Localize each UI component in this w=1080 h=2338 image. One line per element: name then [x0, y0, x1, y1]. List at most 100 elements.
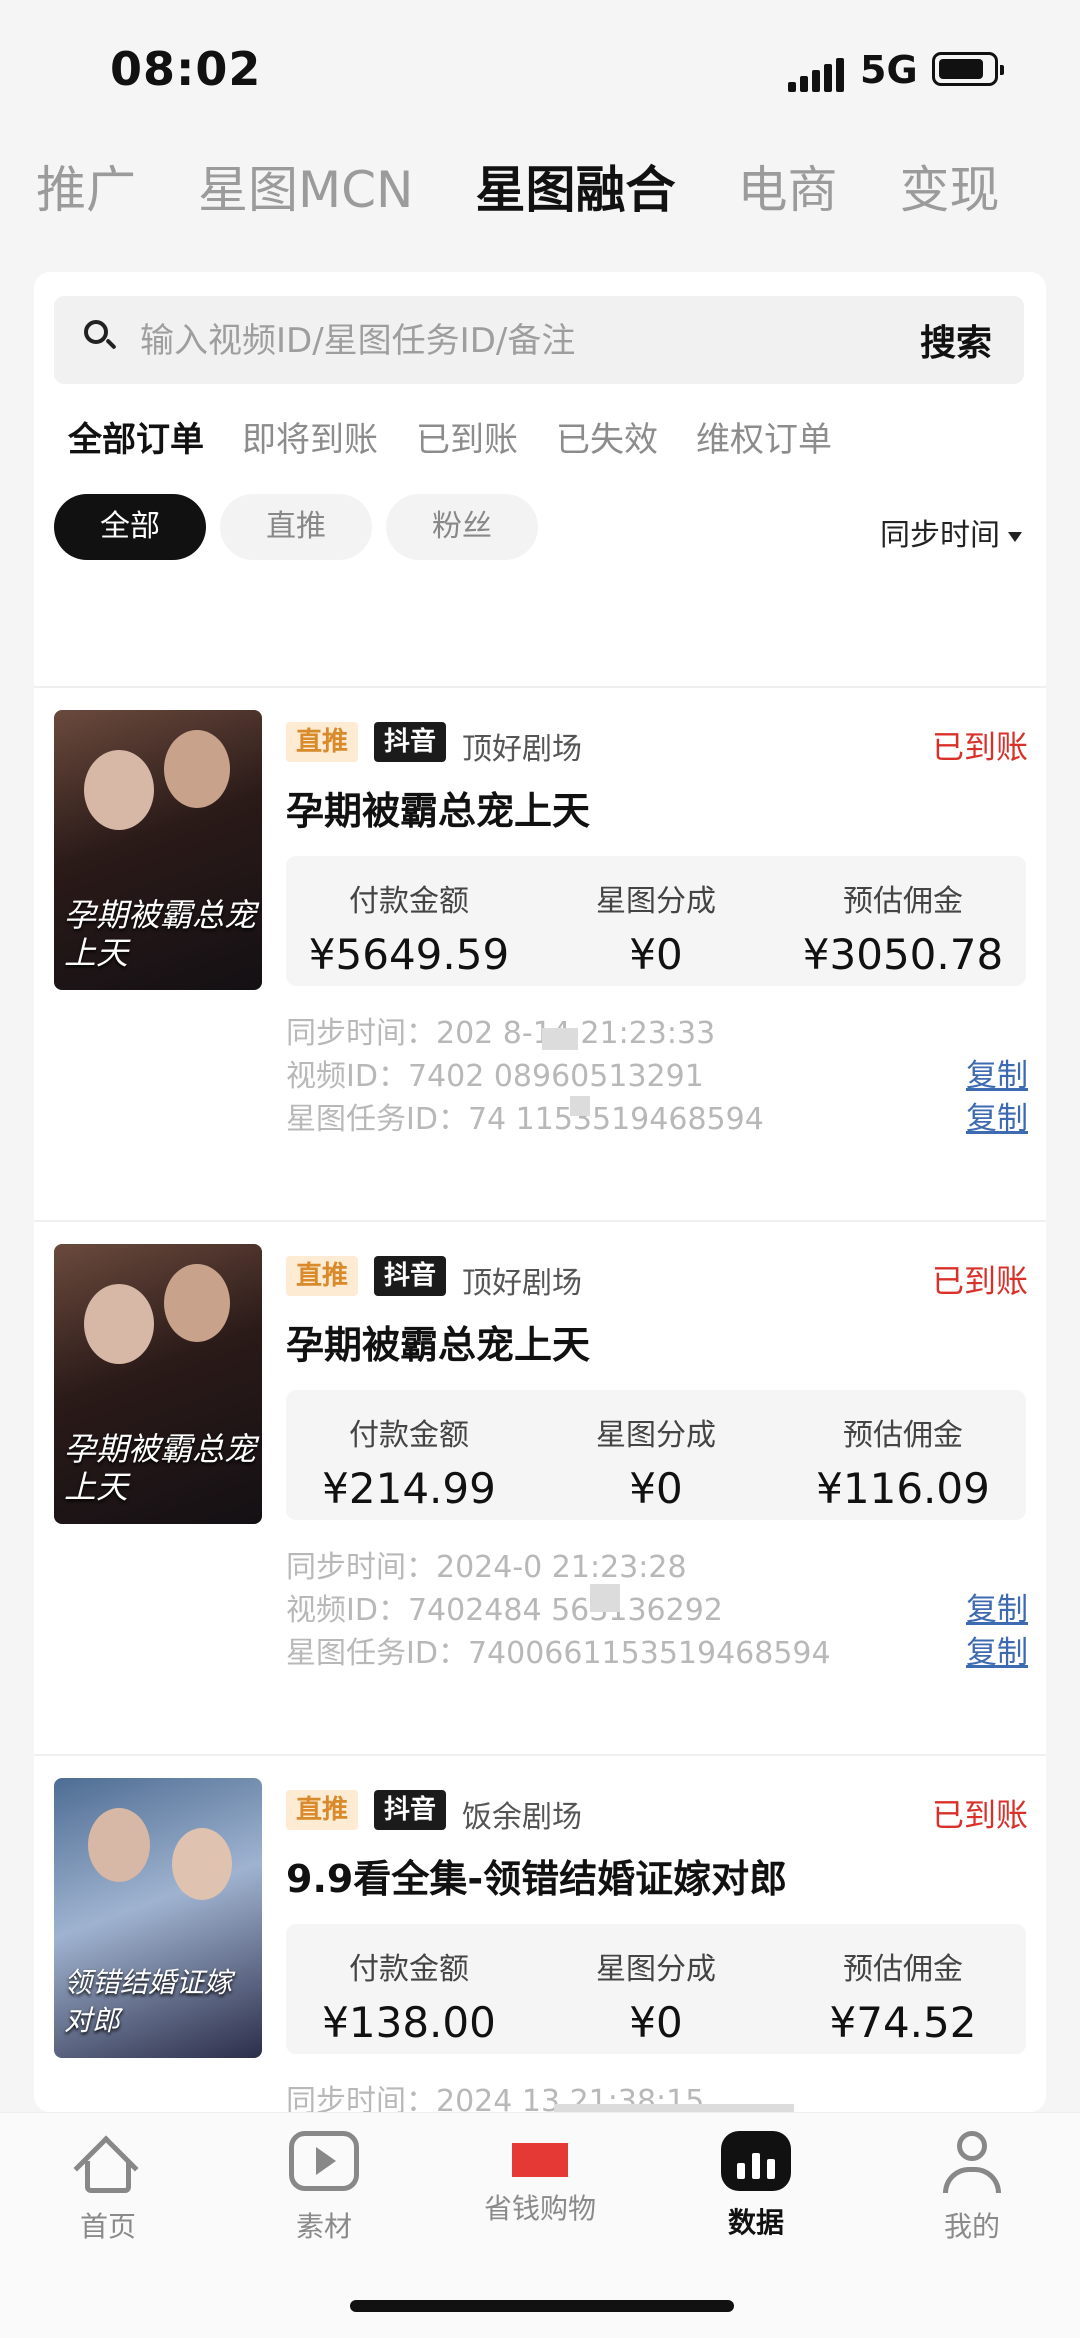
- signal-icon: [788, 58, 846, 92]
- filter-fans[interactable]: 粉丝: [386, 494, 538, 560]
- status-time: 08:02: [110, 42, 262, 96]
- share-value: ¥0: [629, 1998, 683, 2047]
- status-badge: 已到账: [931, 728, 1028, 766]
- tag-platform: 抖音: [374, 1256, 447, 1296]
- share-value: ¥0: [629, 930, 683, 979]
- tab-promote[interactable]: 推广: [36, 150, 136, 230]
- pay-value: ¥138.00: [322, 1998, 496, 2047]
- order-title: 9.9看全集-领错结婚证嫁对郎: [286, 1857, 788, 1901]
- poster-title: 孕期被霸总宠上天: [64, 896, 257, 972]
- sync-time: 同步时间：2024-0 21:23:28: [286, 1550, 687, 1585]
- share-label: 星图分成: [596, 1952, 716, 1987]
- order-item[interactable]: 领错结婚证嫁对郎 直推 抖音 饭余剧场 已到账 9.9看全集-领错结婚证嫁对郎 …: [34, 1754, 1046, 2112]
- tag-direct: 直推: [286, 722, 359, 762]
- shop-name: 顶好剧场: [462, 1266, 582, 1301]
- commission-value: ¥116.09: [816, 1464, 990, 1513]
- privacy-mosaic: [570, 1096, 590, 1116]
- pay-value: ¥5649.59: [308, 930, 510, 979]
- order-stats: 付款金额 ¥5649.59 星图分成 ¥0 预估佣金 ¥3050.78: [286, 856, 1026, 986]
- tag-platform: 抖音: [374, 1790, 447, 1830]
- top-tabs: 推广 星图MCN 星图融合 电商 变现: [36, 150, 1080, 230]
- drama-poster: 领错结婚证嫁对郎: [54, 1778, 262, 2058]
- task-id: 星图任务ID：7400661153519468594: [286, 1636, 831, 1671]
- shop-name: 顶好剧场: [462, 732, 582, 767]
- sync-time: 同步时间：202 8-14 21:23:33: [286, 1016, 716, 1051]
- home-indicator: [350, 2300, 734, 2312]
- video-id: 视频ID：7402 08960513291: [286, 1059, 704, 1094]
- commission-label: 预估佣金: [843, 884, 963, 919]
- copy-task-id-button[interactable]: 复制: [966, 1093, 1028, 1138]
- filter-chips: 全部 直推 粉丝: [54, 494, 538, 560]
- nav-shopping-label: 省钱购物: [483, 2192, 596, 2225]
- copy-task-id-button[interactable]: 复制: [966, 1627, 1028, 1672]
- orders-card: 搜索 全部订单 即将到账 已到账 已失效 维权订单 全部 直推 粉丝 同步时间 …: [34, 272, 1046, 2112]
- poster-title: 领错结婚证嫁对郎: [64, 1966, 233, 2037]
- tab-ecommerce[interactable]: 电商: [737, 150, 837, 230]
- drama-poster: 孕期被霸总宠上天: [54, 710, 262, 990]
- tab-settled[interactable]: 已到账: [416, 412, 518, 461]
- nav-profile[interactable]: 我的: [872, 2121, 1072, 2245]
- commission-label: 预估佣金: [843, 1418, 963, 1453]
- tab-xingtu-fusion[interactable]: 星图融合: [475, 150, 675, 230]
- order-title: 孕期被霸总宠上天: [286, 1323, 591, 1367]
- order-item[interactable]: 孕期被霸总宠上天 直推 抖音 顶好剧场 已到账 孕期被霸总宠上天 付款金额 ¥21…: [34, 1220, 1046, 1756]
- shop-name: 饭余剧场: [462, 1800, 582, 1835]
- nav-home-label: 首页: [79, 2210, 136, 2243]
- order-stats: 付款金额 ¥214.99 星图分成 ¥0 预估佣金 ¥116.09: [286, 1390, 1026, 1520]
- nav-materials-label: 素材: [295, 2210, 352, 2243]
- sort-dropdown[interactable]: 同步时间: [880, 510, 1022, 554]
- copy-video-id-button[interactable]: 复制: [966, 1050, 1028, 1095]
- filter-direct[interactable]: 直推: [220, 494, 372, 560]
- search-button[interactable]: 搜索: [920, 314, 992, 366]
- share-label: 星图分成: [596, 1418, 716, 1453]
- caret-down-icon: [1008, 531, 1022, 542]
- share-value: ¥0: [629, 1464, 683, 1513]
- video-id: 视频ID：7402484 563136292: [286, 1593, 723, 1628]
- commission-value: ¥74.52: [829, 1998, 977, 2047]
- nav-data[interactable]: 数据: [656, 2121, 856, 2241]
- nav-profile-label: 我的: [943, 2210, 1000, 2243]
- poster-title: 孕期被霸总宠上天: [64, 1430, 257, 1506]
- home-icon: [73, 2131, 143, 2195]
- play-icon: [289, 2131, 359, 2195]
- tag-direct: 直推: [286, 1790, 359, 1830]
- sort-label: 同步时间: [880, 518, 1000, 553]
- tab-all-orders[interactable]: 全部订单: [68, 412, 204, 461]
- status-badge: 已到账: [931, 1796, 1028, 1834]
- privacy-mosaic: [590, 1584, 620, 1612]
- order-item[interactable]: 孕期被霸总宠上天 直推 抖音 顶好剧场 已到账 孕期被霸总宠上天 付款金额 ¥56…: [34, 686, 1046, 1222]
- nav-materials[interactable]: 素材: [224, 2121, 424, 2245]
- pay-value: ¥214.99: [322, 1464, 496, 1513]
- tab-dispute[interactable]: 维权订单: [696, 412, 832, 461]
- profile-icon: [937, 2131, 1007, 2195]
- commission-value: ¥3050.78: [802, 930, 1004, 979]
- privacy-mosaic: [542, 1028, 578, 1050]
- nav-home[interactable]: 首页: [8, 2121, 208, 2245]
- pay-label: 付款金额: [349, 1418, 469, 1453]
- search-input[interactable]: [138, 310, 862, 372]
- order-title: 孕期被霸总宠上天: [286, 789, 591, 833]
- network-type: 5G: [860, 48, 918, 92]
- filter-all[interactable]: 全部: [54, 494, 206, 560]
- search-bar: 搜索: [54, 296, 1024, 384]
- pay-label: 付款金额: [349, 884, 469, 919]
- tab-xingtu-mcn[interactable]: 星图MCN: [198, 150, 413, 230]
- status-badge: 已到账: [931, 1262, 1028, 1300]
- tag-direct: 直推: [286, 1256, 359, 1296]
- battery-icon: [932, 52, 1004, 86]
- copy-video-id-button[interactable]: 复制: [966, 1584, 1028, 1629]
- privacy-mosaic: [554, 2104, 794, 2112]
- status-bar: 08:02 5G: [0, 0, 1080, 130]
- search-icon: [84, 320, 114, 350]
- shopping-icon: [512, 2143, 568, 2177]
- order-tabs: 全部订单 即将到账 已到账 已失效 维权订单: [68, 412, 870, 461]
- share-label: 星图分成: [596, 884, 716, 919]
- tab-pending[interactable]: 即将到账: [242, 412, 378, 461]
- tab-invalid[interactable]: 已失效: [556, 412, 658, 461]
- commission-label: 预估佣金: [843, 1952, 963, 1987]
- task-id: 星图任务ID：74 1153519468594: [286, 1102, 764, 1137]
- nav-data-label: 数据: [727, 2206, 784, 2239]
- order-stats: 付款金额 ¥138.00 星图分成 ¥0 预估佣金 ¥74.52: [286, 1924, 1026, 2054]
- nav-shopping[interactable]: 省钱购物: [440, 2121, 640, 2227]
- tab-monetize[interactable]: 变现: [899, 150, 999, 230]
